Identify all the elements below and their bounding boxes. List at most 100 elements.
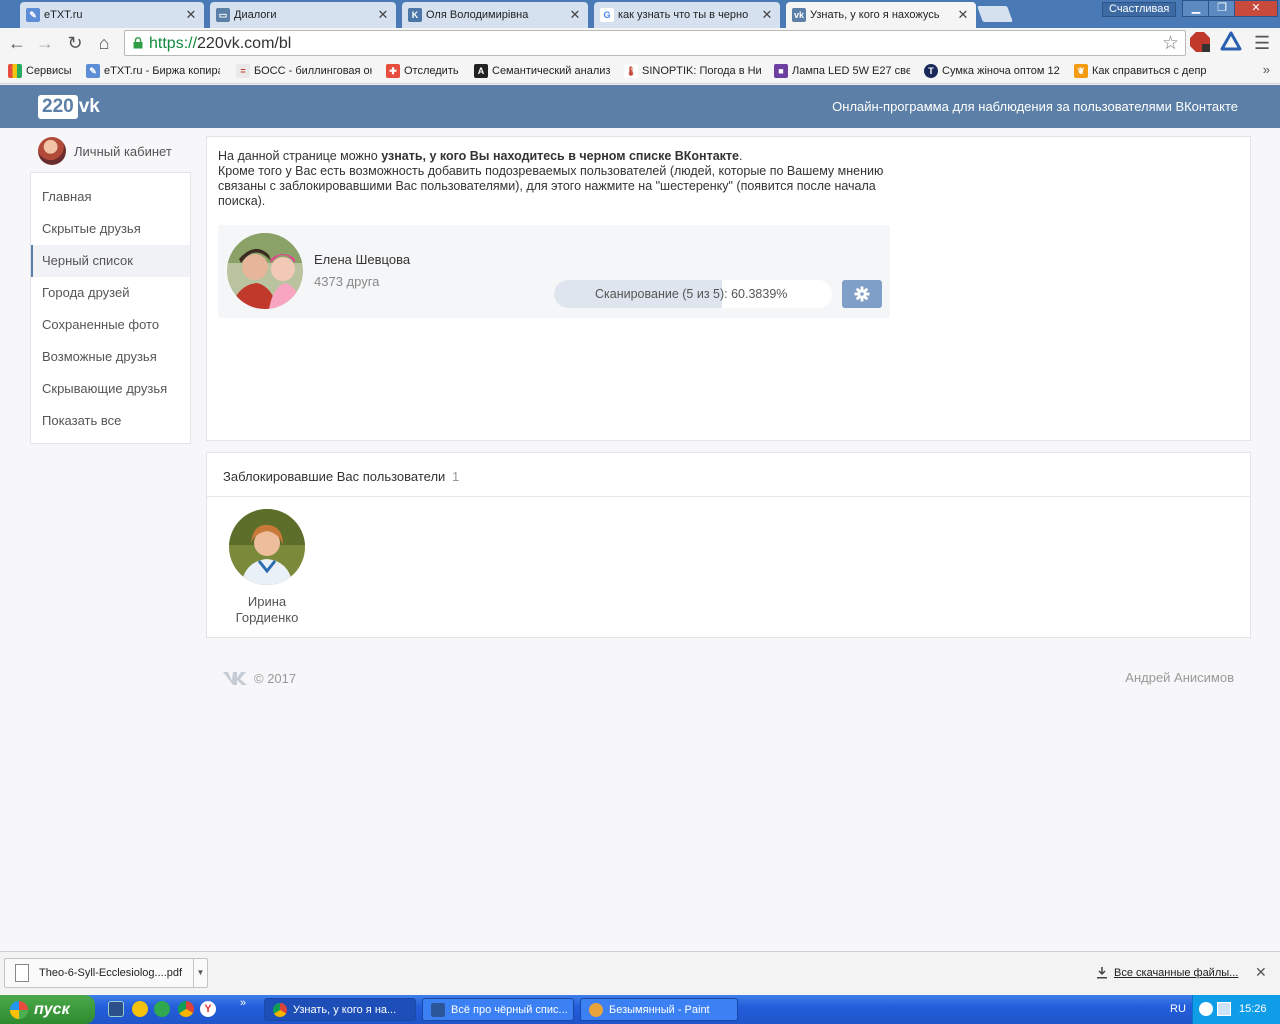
boss-icon: = — [236, 64, 250, 78]
tab-title: Узнать, у кого я нахожусь — [810, 9, 940, 21]
sidebar-item-saved-photos[interactable]: Сохраненные фото — [31, 309, 190, 341]
blocked-users-title: Заблокировавшие Вас пользователи — [223, 469, 446, 484]
restore-button[interactable]: ❐ — [1208, 0, 1236, 17]
yandex-browser-icon[interactable]: Y — [200, 1001, 216, 1017]
blacklist-search-card: На данной странице можно узнать, у кого … — [206, 136, 1251, 441]
close-icon[interactable]: ✕ — [956, 7, 970, 23]
tab-220vk-active[interactable]: vk Узнать, у кого я нахожусь ✕ — [786, 2, 976, 28]
minimize-button[interactable]: ▁ — [1182, 0, 1210, 17]
user-name[interactable]: Елена Шевцова — [314, 252, 410, 267]
bookmark-etxt[interactable]: ✎ eTXT.ru - Биржа копира — [86, 63, 220, 79]
adblock-extension-icon[interactable] — [1189, 31, 1211, 53]
bookmark-boss[interactable]: = БОСС - биллинговая он — [236, 63, 372, 79]
forward-arrow-icon[interactable]: → — [34, 32, 56, 54]
bookmark-label: Семантический анализ — [492, 65, 610, 77]
sidebar-menu: Главная Скрытые друзья Черный список Гор… — [30, 172, 191, 444]
footer-author-link[interactable]: Андрей Анисимов — [1125, 670, 1234, 685]
vk-favicon-icon: K — [408, 8, 422, 22]
all-downloads-label: Все скачанные файлы... — [1114, 967, 1239, 979]
bookmark-depression[interactable]: ❦ Как справиться с депр — [1074, 63, 1210, 79]
network-icon[interactable] — [1217, 1002, 1231, 1016]
taskbar-task-paint[interactable]: Безымянный - Paint — [580, 998, 738, 1021]
taskbar-task-chrome[interactable]: Узнать, у кого я на... — [264, 998, 416, 1021]
url-text: https://220vk.com/bl — [149, 35, 291, 53]
whatsapp-icon[interactable] — [154, 1001, 170, 1017]
bookmark-label: Отследить — [404, 65, 459, 77]
header-tagline: Онлайн-программа для наблюдения за польз… — [832, 99, 1238, 114]
user-avatar[interactable] — [227, 233, 303, 309]
close-icon[interactable]: ✕ — [184, 7, 198, 23]
blocked-user-card[interactable]: Ирина Гордиенко — [227, 509, 307, 626]
browser-menu-icon[interactable]: ☰ — [1254, 33, 1270, 54]
bookmark-sinoptik[interactable]: 🌡 SINOPTIK: Погода в Ни — [624, 63, 762, 79]
220vk-favicon-icon: vk — [792, 8, 806, 22]
chevron-down-icon[interactable]: ▼ — [193, 959, 207, 987]
intro-line1-post: . — [739, 149, 743, 163]
site-logo[interactable]: 220 vk — [38, 95, 100, 119]
square-icon: ■ — [774, 64, 788, 78]
download-item[interactable]: Theo-6-Syll-Ecclesiolog....pdf ▼ — [4, 958, 208, 988]
tray-arrow-icon[interactable] — [1199, 1002, 1213, 1016]
app-quicklaunch-icon[interactable] — [132, 1001, 148, 1017]
bookmark-semantic[interactable]: A Семантический анализ — [474, 63, 610, 79]
tab-dialogs[interactable]: ▭ Диалоги ✕ — [210, 2, 396, 28]
taskbar-overflow-icon[interactable]: » — [240, 997, 246, 1009]
apps-grid-icon — [8, 64, 22, 78]
personal-cabinet-link[interactable]: Личный кабинет — [38, 137, 172, 165]
sidebar-item-hidden-friends[interactable]: Скрытые друзья — [31, 213, 190, 245]
bookmark-bag[interactable]: T Сумка жіноча оптом 12 — [924, 63, 1060, 79]
footer-copyright: © 2017 — [222, 670, 296, 686]
triangle-extension-icon[interactable] — [1220, 31, 1242, 53]
bookmark-services[interactable]: Сервисы — [8, 63, 74, 79]
sidebar-item-friends-cities[interactable]: Города друзей — [31, 277, 190, 309]
intro-line1-pre: На данной странице можно — [218, 149, 382, 163]
reload-icon[interactable]: ↻ — [64, 32, 86, 54]
close-icon[interactable]: ✕ — [1255, 964, 1267, 981]
more-bookmarks-icon[interactable]: » — [1263, 62, 1270, 77]
blocked-user-last-name: Гордиенко — [235, 610, 299, 625]
bookmark-label: Сервисы — [26, 65, 72, 77]
bookmark-star-icon[interactable]: ☆ — [1162, 32, 1179, 55]
taskbar-task-word[interactable]: Всё про чёрный спис... — [422, 998, 574, 1021]
address-bar[interactable]: https://220vk.com/bl ☆ — [124, 30, 1186, 56]
all-downloads-link[interactable]: Все скачанные файлы... — [1096, 967, 1238, 979]
bookmark-label: БОСС - биллинговая он — [254, 65, 372, 77]
language-indicator[interactable]: RU — [1170, 1003, 1186, 1015]
bookmark-lamp[interactable]: ■ Лампа LED 5W E27 свет — [774, 63, 910, 79]
close-icon[interactable]: ✕ — [760, 7, 774, 23]
sidebar-item-blacklist[interactable]: Черный список — [31, 245, 190, 277]
pdf-file-icon — [15, 964, 29, 982]
show-desktop-icon[interactable] — [108, 1001, 124, 1017]
sidebar-item-home[interactable]: Главная — [31, 181, 190, 213]
vk-logo-icon[interactable] — [222, 670, 248, 686]
sidebar-item-show-all[interactable]: Показать все — [31, 405, 190, 437]
url-path: 220vk.com/bl — [197, 35, 292, 52]
window-close-button[interactable]: ✕ — [1234, 0, 1278, 17]
avatar — [38, 137, 66, 165]
clock[interactable]: 15:26 — [1239, 1003, 1267, 1015]
bookmark-label: Лампа LED 5W E27 свет — [792, 65, 910, 77]
tab-etxt[interactable]: ✎ eTXT.ru ✕ — [20, 2, 204, 28]
tab-vk-profile[interactable]: K Оля Володимирівна ✕ — [402, 2, 588, 28]
new-tab-button[interactable] — [977, 6, 1013, 22]
chrome-icon[interactable] — [178, 1001, 194, 1017]
etxt-icon: ✎ — [86, 64, 100, 78]
tab-google-search[interactable]: G как узнать что ты в черно ✕ — [594, 2, 780, 28]
download-filename: Theo-6-Syll-Ecclesiolog....pdf — [39, 967, 183, 979]
close-icon[interactable]: ✕ — [376, 7, 390, 23]
start-button[interactable]: пуск — [0, 995, 95, 1024]
sidebar-item-hiding-friends[interactable]: Скрывающие друзья — [31, 373, 190, 405]
task-label: Узнать, у кого я на... — [293, 1003, 397, 1016]
sidebar-item-possible-friends[interactable]: Возможные друзья — [31, 341, 190, 373]
home-icon[interactable]: ⌂ — [93, 32, 115, 54]
intro-line2: Кроме того у Вас есть возможность добави… — [218, 164, 884, 208]
settings-button[interactable] — [842, 280, 882, 308]
close-icon[interactable]: ✕ — [568, 7, 582, 23]
bookmark-track[interactable]: ✚ Отследить — [386, 63, 464, 79]
browser-tab-strip: ✎ eTXT.ru ✕ ▭ Диалоги ✕ K Оля Володимирі… — [0, 0, 1280, 28]
back-arrow-icon[interactable]: ← — [6, 32, 28, 54]
google-favicon-icon: G — [600, 8, 614, 22]
blocked-user-name[interactable]: Ирина Гордиенко — [227, 594, 307, 626]
bookmark-label: SINOPTIK: Погода в Ни — [642, 65, 762, 77]
profile-button[interactable]: Счастливая — [1102, 2, 1177, 17]
